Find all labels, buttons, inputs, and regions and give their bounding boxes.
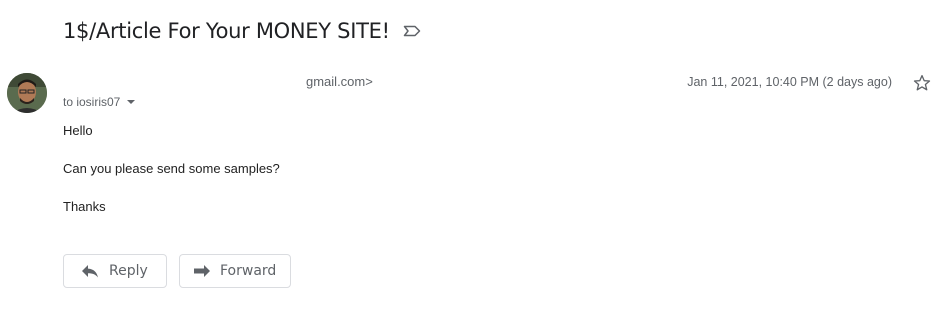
body-greeting: Hello — [63, 123, 93, 138]
recipient-text: to iosiris07 — [63, 95, 121, 109]
recipient-row[interactable]: to iosiris07 — [63, 95, 136, 109]
reply-icon — [81, 262, 99, 280]
redacted-sender-name — [63, 75, 306, 87]
subject-row: 1$/Article For Your MONEY SITE! — [63, 16, 422, 46]
star-icon[interactable] — [912, 73, 932, 93]
body-signoff: Thanks — [63, 199, 106, 214]
forward-button[interactable]: Forward — [179, 254, 291, 288]
forward-icon — [193, 262, 211, 280]
sender-domain: gmail.com> — [306, 74, 373, 89]
sender-address[interactable]: gmail.com> — [63, 74, 373, 89]
forward-label: Forward — [220, 263, 277, 279]
email-subject: 1$/Article For Your MONEY SITE! — [63, 19, 390, 43]
email-date: Jan 11, 2021, 10:40 PM (2 days ago) — [687, 75, 892, 89]
reply-button[interactable]: Reply — [63, 254, 167, 288]
body-request: Can you please send some samples? — [63, 161, 280, 176]
caret-down-icon[interactable] — [127, 100, 136, 104]
label-icon[interactable] — [402, 21, 422, 41]
reply-label: Reply — [109, 263, 148, 279]
sender-avatar[interactable] — [7, 73, 47, 113]
